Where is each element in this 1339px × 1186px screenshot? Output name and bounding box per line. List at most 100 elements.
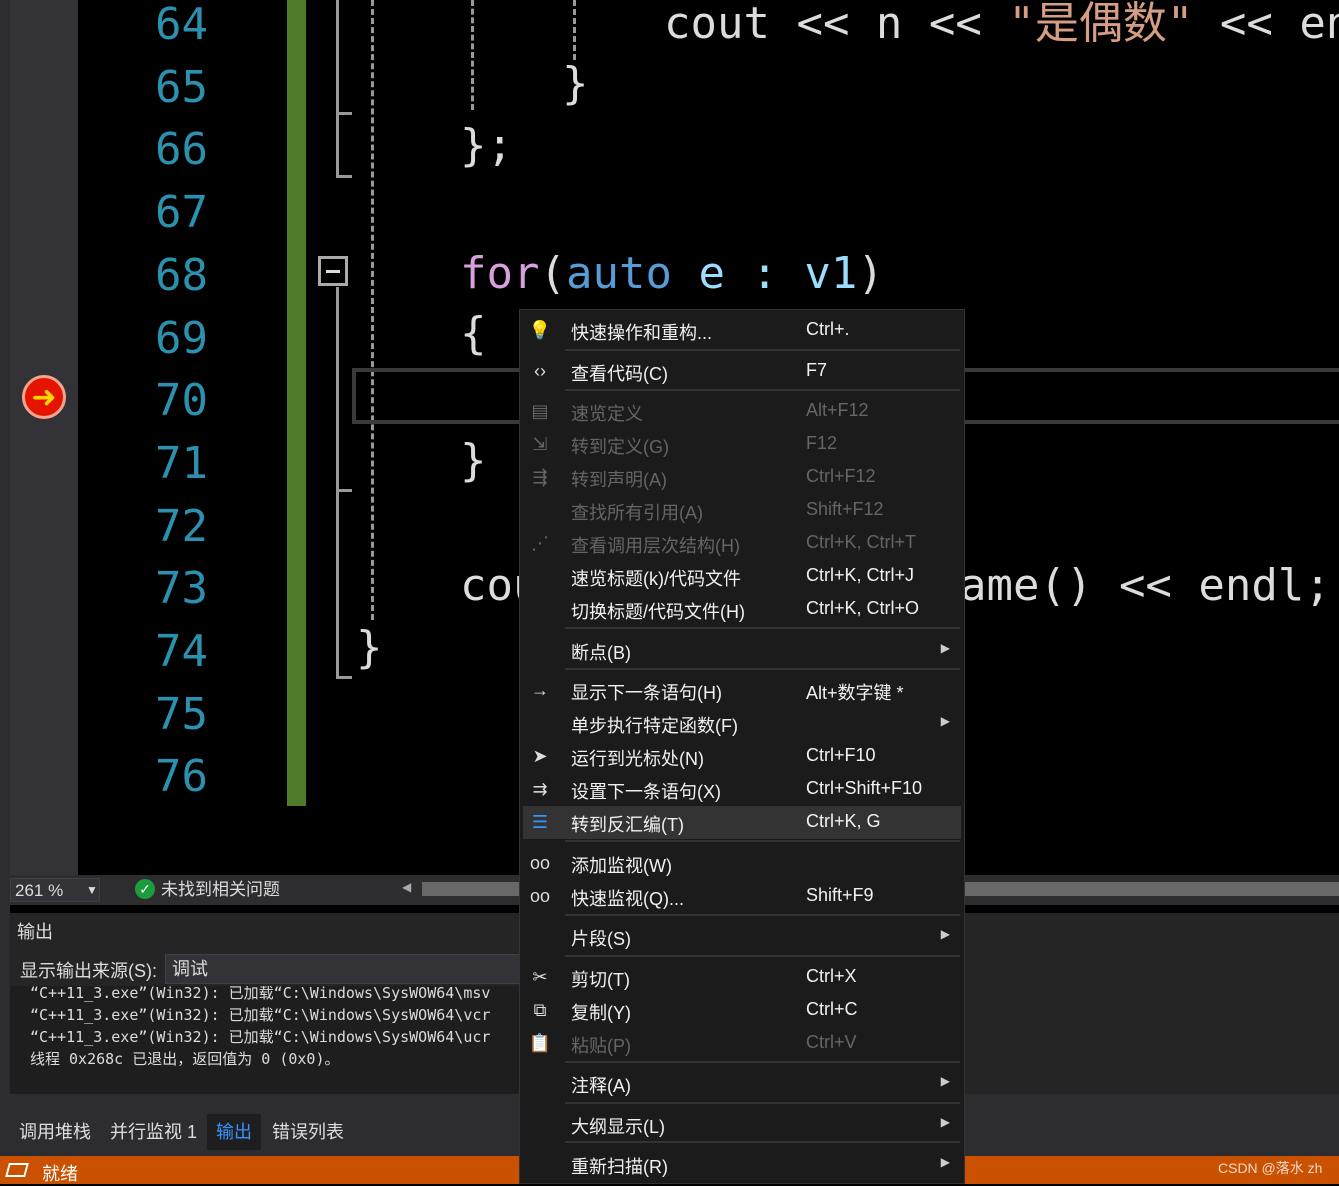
menu-item-label: 设置下一条语句(X) bbox=[571, 782, 721, 802]
menu-separator bbox=[565, 840, 960, 842]
chevron-down-icon[interactable]: ▼ bbox=[86, 878, 98, 902]
menu-item[interactable]: 片段(S) ▶ bbox=[520, 920, 964, 953]
code-line-73-end: ame() << endl; bbox=[960, 560, 1331, 611]
menu-item-label: 运行到光标处(N) bbox=[571, 749, 704, 769]
menu-item: ⋰ 查看调用层次结构(H) Ctrl+K, Ctrl+T bbox=[520, 527, 964, 560]
menu-separator bbox=[565, 1102, 960, 1104]
menu-item-label: 快速操作和重构... bbox=[571, 323, 713, 343]
outline-bracket bbox=[336, 0, 339, 178]
tab-error-list[interactable]: 错误列表 bbox=[272, 1120, 344, 1144]
menu-item: 查找所有引用(A) Shift+F12 bbox=[520, 494, 964, 527]
menu-item[interactable]: ☰ 转到反汇编(T) Ctrl+K, G bbox=[523, 806, 961, 839]
menu-item[interactable]: 注释(A) ▶ bbox=[520, 1067, 964, 1100]
menu-item-shortcut: Shift+F9 bbox=[806, 885, 874, 905]
ready-status-icon bbox=[5, 1163, 29, 1177]
code-line-68: for(auto e : v1) bbox=[460, 248, 884, 299]
menu-item[interactable]: → 显示下一条语句(H) Alt+数字键 * bbox=[520, 674, 964, 707]
menu-separator bbox=[565, 1061, 960, 1063]
code-line-69: { bbox=[460, 308, 487, 359]
menu-item-label: 片段(S) bbox=[571, 929, 631, 949]
tab-parallel-watch[interactable]: 并行监视 1 bbox=[110, 1120, 197, 1144]
output-source-select[interactable]: 调试 bbox=[165, 954, 525, 984]
menu-item[interactable]: ‹› 查看代码(C) F7 bbox=[520, 355, 964, 388]
output-line: 线程 0x268c 已退出，返回值为 0 (0x0)。 bbox=[30, 1050, 340, 1068]
menu-item-shortcut: Ctrl+K, Ctrl+O bbox=[806, 598, 920, 618]
menu-item-label: 添加监视(W) bbox=[571, 856, 672, 876]
output-line: “C++11_3.exe”(Win32): 已加载“C:\Windows\Sys… bbox=[30, 1028, 491, 1046]
menu-separator bbox=[565, 914, 960, 916]
line-number: 67 bbox=[155, 187, 208, 239]
menu-item[interactable]: ➤ 运行到光标处(N) Ctrl+F10 bbox=[520, 740, 964, 773]
indent-guide bbox=[573, 0, 576, 60]
disassembly-icon: ☰ bbox=[531, 812, 549, 832]
breakpoint-current-statement-icon[interactable]: ➜ bbox=[22, 375, 66, 419]
glyph-margin[interactable] bbox=[10, 0, 78, 875]
menu-item[interactable]: 断点(B) ▶ bbox=[520, 634, 964, 667]
output-text-area[interactable]: “C++11_3.exe”(Win32): 已加载“C:\Windows\Sys… bbox=[10, 986, 520, 1094]
outline-bracket bbox=[336, 287, 339, 679]
scroll-left-icon[interactable]: ◀ bbox=[402, 880, 411, 894]
code-line-66: }; bbox=[460, 120, 513, 171]
output-panel-title: 输出 bbox=[17, 922, 53, 942]
menu-item[interactable]: ⧉ 复制(Y) Ctrl+C bbox=[520, 994, 964, 1027]
submenu-arrow-icon: ▶ bbox=[940, 714, 950, 728]
outline-tick bbox=[336, 489, 352, 492]
menu-separator bbox=[565, 349, 960, 351]
status-text: 就绪 bbox=[42, 1164, 78, 1184]
menu-item-shortcut: Shift+F12 bbox=[806, 499, 884, 519]
line-number: 69 bbox=[155, 312, 208, 364]
menu-item-shortcut: Ctrl+K, G bbox=[806, 811, 881, 831]
menu-item-label: 快速监视(Q)... bbox=[571, 889, 684, 909]
tab-call-stack[interactable]: 调用堆栈 bbox=[19, 1120, 91, 1144]
menu-item[interactable]: oo 快速监视(Q)... Shift+F9 bbox=[520, 880, 964, 913]
glasses-icon: oo bbox=[529, 886, 551, 906]
menu-item[interactable]: 速览标题(k)/代码文件 Ctrl+K, Ctrl+J bbox=[520, 560, 964, 593]
menu-item-shortcut: Alt+F12 bbox=[806, 400, 869, 420]
menu-item-label: 显示下一条语句(H) bbox=[571, 683, 722, 703]
submenu-arrow-icon: ▶ bbox=[940, 1155, 950, 1169]
menu-item-shortcut: Ctrl+X bbox=[806, 966, 857, 986]
menu-item-shortcut: Ctrl+V bbox=[806, 1032, 857, 1052]
menu-item[interactable]: 单步执行特定函数(F) ▶ bbox=[520, 707, 964, 740]
change-tracking-bar bbox=[287, 0, 306, 806]
menu-item-label: 剪切(T) bbox=[571, 970, 630, 990]
collapse-toggle-icon[interactable] bbox=[318, 256, 348, 286]
line-number: 68 bbox=[155, 249, 208, 301]
menu-item: ⇲ 转到定义(G) F12 bbox=[520, 428, 964, 461]
menu-separator bbox=[565, 389, 960, 391]
lightbulb-icon: 💡 bbox=[528, 320, 552, 340]
menu-item-label: 注释(A) bbox=[571, 1076, 631, 1096]
menu-item[interactable]: 大纲显示(L) ▶ bbox=[520, 1108, 964, 1141]
line-number: 70 bbox=[155, 375, 208, 427]
menu-item[interactable]: ✂ 剪切(T) Ctrl+X bbox=[520, 961, 964, 994]
menu-item-shortcut: Ctrl+K, Ctrl+T bbox=[806, 532, 917, 552]
tab-output[interactable]: 输出 bbox=[216, 1120, 252, 1144]
line-number: 65 bbox=[155, 61, 208, 113]
menu-item-label: 查看代码(C) bbox=[571, 364, 668, 384]
menu-item[interactable]: 💡 快速操作和重构... Ctrl+. bbox=[520, 314, 964, 347]
go-to-definition-icon: ⇲ bbox=[532, 434, 548, 454]
menu-item-label: 重新扫描(R) bbox=[571, 1157, 668, 1177]
menu-item[interactable]: ⇉ 设置下一条语句(X) Ctrl+Shift+F10 bbox=[520, 773, 964, 806]
menu-item-shortcut: F12 bbox=[806, 433, 838, 453]
peek-definition-icon: ▤ bbox=[531, 401, 549, 421]
check-circle-icon: ✓ bbox=[135, 879, 155, 899]
menu-item-label: 切换标题/代码文件(H) bbox=[571, 602, 745, 622]
submenu-arrow-icon: ▶ bbox=[940, 1115, 950, 1129]
copy-icon: ⧉ bbox=[533, 1000, 547, 1020]
line-number: 73 bbox=[155, 563, 208, 615]
menu-separator bbox=[565, 627, 960, 629]
menu-item-shortcut: Alt+数字键 * bbox=[806, 683, 904, 703]
code-line-71: } bbox=[460, 435, 487, 486]
menu-item[interactable]: oo 添加监视(W) bbox=[520, 847, 964, 880]
menu-item[interactable]: 重新扫描(R) ▶ bbox=[520, 1148, 964, 1181]
menu-item-label: 转到反汇编(T) bbox=[571, 815, 684, 835]
menu-item[interactable]: 切换标题/代码文件(H) Ctrl+K, Ctrl+O bbox=[520, 593, 964, 626]
line-number: 74 bbox=[155, 626, 208, 677]
submenu-arrow-icon: ▶ bbox=[940, 927, 950, 941]
issues-status[interactable]: 未找到相关问题 bbox=[161, 878, 280, 902]
submenu-arrow-icon: ▶ bbox=[940, 1074, 950, 1088]
watermark-text: CSDN @落水 zh bbox=[1218, 1160, 1323, 1176]
outline-tick bbox=[336, 112, 352, 115]
line-number: 76 bbox=[155, 751, 208, 803]
